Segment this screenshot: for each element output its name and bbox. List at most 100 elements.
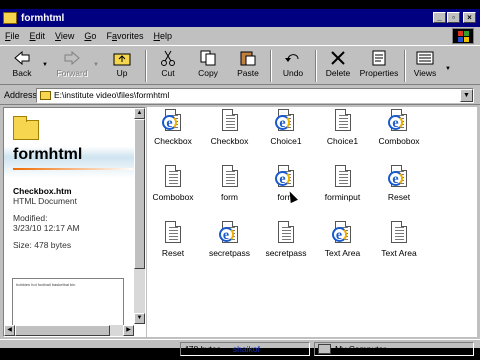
address-input[interactable]: E:\institute video\files\formhtml ▼ (36, 88, 474, 103)
paste-button[interactable]: Paste (228, 48, 268, 84)
toolbar-separator (145, 50, 147, 82)
forward-arrow-icon (63, 50, 81, 66)
preview-text: hobbies hot football basketbal bin (16, 282, 76, 287)
file-size: Size: 478 bytes (13, 240, 72, 250)
scissors-icon (159, 50, 177, 66)
cut-button[interactable]: Cut (148, 48, 188, 84)
file-item[interactable]: e Text Area (315, 221, 371, 258)
properties-button[interactable]: Properties (357, 48, 401, 84)
file-name-label: Checkbox (154, 136, 192, 146)
title-divider (13, 168, 133, 170)
up-button[interactable]: Up (102, 48, 142, 84)
document-icon (333, 109, 353, 133)
views-dropdown-icon[interactable]: ▼ (445, 66, 451, 72)
ie-icon: e (275, 109, 296, 133)
file-item[interactable]: e form (258, 165, 314, 202)
document-icon (276, 221, 296, 245)
copy-button[interactable]: Copy (188, 48, 228, 84)
file-item[interactable]: form (202, 165, 258, 202)
delete-x-icon (329, 50, 347, 66)
forward-dropdown-icon[interactable]: ▼ (93, 62, 99, 68)
selected-file-name: Checkbox.htm (13, 186, 72, 196)
file-info: Checkbox.htm HTML Document Modified: 3/2… (13, 186, 80, 250)
ie-icon: e (388, 165, 409, 189)
folder-icon (3, 12, 17, 24)
views-button[interactable]: Views (405, 48, 445, 84)
horizontal-scrollbar[interactable]: ◀ ▶ (4, 325, 134, 336)
address-bar: Address E:\institute video\files\formhtm… (0, 87, 480, 105)
web-view-info-pane: formhtml Checkbox.htm HTML Document Modi… (3, 107, 146, 337)
file-list-pane: e Checkbox Checkbox e Choice1 Choice1 e Combobo… (147, 107, 477, 337)
status-size-panel: 478 bytes shaikof (180, 342, 310, 356)
ie-icon: e (331, 221, 353, 245)
file-name-label: secretpass (208, 248, 251, 258)
file-item[interactable]: e Choice1 (258, 109, 314, 146)
file-name-label: Choice1 (270, 136, 302, 146)
status-bar: 478 bytes shaikof My Computer (0, 339, 480, 357)
window-title: formhtml (21, 12, 65, 24)
scroll-thumb[interactable] (134, 119, 145, 269)
status-location-panel: My Computer (314, 342, 474, 356)
file-item[interactable]: secretpass (258, 221, 314, 258)
document-icon (389, 221, 409, 245)
minimize-button[interactable]: _ (433, 12, 446, 23)
menu-help[interactable]: Help (148, 31, 177, 41)
file-item[interactable]: Combobox (145, 165, 201, 202)
toolbar-separator (315, 50, 317, 82)
document-icon (163, 221, 183, 245)
document-icon (333, 165, 353, 189)
up-folder-icon (113, 50, 131, 66)
ie-icon: e (218, 221, 240, 245)
windows-logo-icon (452, 28, 474, 44)
menu-go[interactable]: Go (79, 31, 101, 41)
address-label: Address (4, 90, 38, 100)
undo-button[interactable]: Undo (273, 48, 313, 84)
address-dropdown-button[interactable]: ▼ (460, 89, 473, 102)
forward-button[interactable]: Forward (52, 48, 92, 84)
scroll-down-button[interactable]: ▼ (134, 313, 145, 324)
scroll-left-button[interactable]: ◀ (4, 325, 15, 336)
document-icon (220, 109, 240, 133)
file-preview: hobbies hot football basketbal bin (12, 278, 124, 326)
title-bar[interactable]: formhtml _ ▫ × (0, 9, 480, 27)
menu-favorites[interactable]: Favorites (101, 31, 148, 41)
file-name-label: Text Area (324, 248, 361, 258)
address-path: E:\institute video\files\formhtml (54, 90, 170, 100)
file-item[interactable]: Checkbox (202, 109, 258, 146)
document-icon (163, 165, 183, 189)
clipboard-icon (239, 50, 257, 66)
ie-icon: e (162, 109, 183, 133)
status-size: 478 bytes (184, 344, 221, 354)
scroll-up-button[interactable]: ▲ (134, 108, 145, 119)
folder-title: formhtml (13, 146, 83, 163)
file-item[interactable]: e Reset (371, 165, 427, 202)
vertical-scrollbar[interactable]: ▲ ▼ (134, 108, 145, 324)
toolbar-separator (270, 50, 272, 82)
delete-button[interactable]: Delete (318, 48, 358, 84)
close-button[interactable]: × (463, 12, 476, 23)
file-item[interactable]: e secretpass (202, 221, 258, 258)
menu-view[interactable]: View (50, 31, 79, 41)
file-item[interactable]: Choice1 (315, 109, 371, 146)
menu-edit[interactable]: Edit (25, 31, 51, 41)
menu-file[interactable]: File (0, 31, 25, 41)
file-item[interactable]: forminput (315, 165, 371, 202)
scroll-thumb[interactable] (15, 325, 110, 336)
file-item[interactable]: e Checkbox (145, 109, 201, 146)
back-button[interactable]: Back (2, 48, 42, 84)
file-name-label: forminput (324, 192, 361, 202)
back-dropdown-icon[interactable]: ▼ (42, 62, 48, 68)
file-name-label: Text Area (381, 248, 417, 258)
views-icon (416, 50, 434, 66)
maximize-button[interactable]: ▫ (447, 12, 460, 23)
modified-label: Modified: (13, 213, 48, 223)
ie-icon: e (388, 109, 409, 133)
scroll-right-button[interactable]: ▶ (123, 325, 134, 336)
status-location: My Computer (335, 344, 387, 354)
file-name-label: form (221, 192, 238, 202)
file-name-label: Combobox (152, 192, 194, 202)
file-item[interactable]: Text Area (371, 221, 427, 258)
file-item[interactable]: e Combobox (371, 109, 427, 146)
file-item[interactable]: Reset (145, 221, 201, 258)
ie-icon: e (275, 165, 296, 189)
